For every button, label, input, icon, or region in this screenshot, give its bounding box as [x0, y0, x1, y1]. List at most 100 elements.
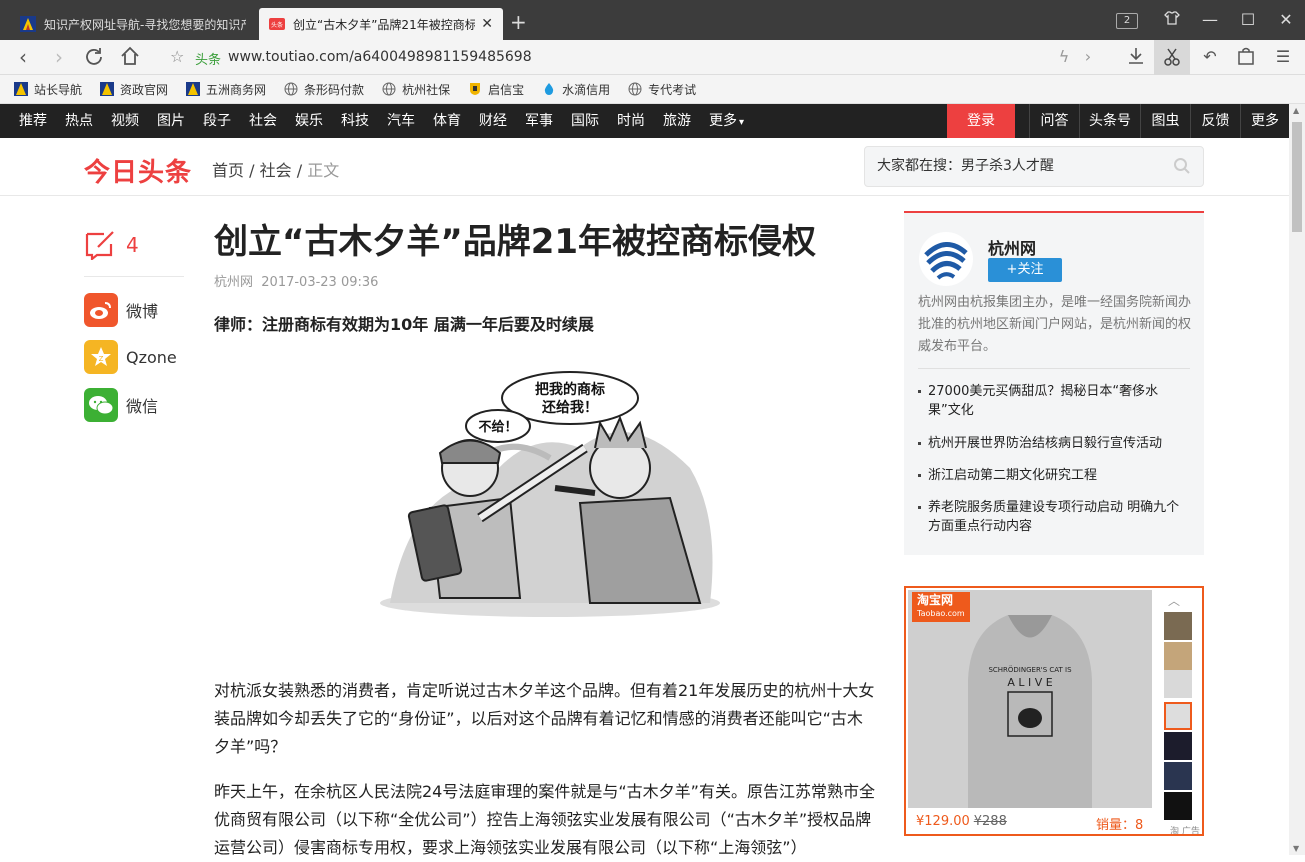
scroll-down-arrow-icon[interactable]: ▼: [1293, 844, 1299, 853]
forward-icon[interactable]: ›: [46, 46, 72, 68]
toutiao-favicon-icon: 头条: [269, 18, 285, 30]
nav-item[interactable]: 科技: [341, 104, 369, 138]
scrollbar-thumb[interactable]: [1292, 122, 1302, 232]
breadcrumb-home[interactable]: 首页: [212, 161, 244, 180]
bookmark-item[interactable]: 条形码付款: [284, 81, 364, 98]
bookmark-label: 水滴信用: [562, 82, 611, 97]
nav-item[interactable]: 汽车: [387, 104, 415, 138]
ad-thumbnail[interactable]: [1164, 762, 1192, 790]
bag-icon[interactable]: [1234, 47, 1258, 69]
share-wechat[interactable]: 微信: [84, 388, 158, 422]
url-input[interactable]: www.toutiao.com/a6400498981159485698: [228, 49, 532, 65]
bookmark-item[interactable]: 杭州社保: [382, 81, 450, 98]
back-icon[interactable]: ‹: [10, 46, 36, 68]
bookmark-star-icon[interactable]: ☆: [170, 47, 184, 66]
publisher-name[interactable]: 杭州网: [988, 235, 1036, 259]
download-icon[interactable]: [1124, 47, 1148, 69]
search-icon[interactable]: [1173, 157, 1191, 175]
comment-number: 4: [126, 233, 139, 257]
bookmark-item[interactable]: 五洲商务网: [186, 81, 266, 98]
nav-more-label: 更多: [709, 113, 737, 129]
search-input[interactable]: [877, 157, 1157, 173]
new-tab-icon[interactable]: +: [510, 12, 527, 32]
comment-count[interactable]: 4: [84, 230, 139, 260]
ad-thumbnail[interactable]: [1164, 642, 1192, 670]
related-article-link[interactable]: 养老院服务质量建设专项行动启动 明确九个方面重点行动内容: [918, 498, 1190, 536]
page-header: 今日头条 首页 / 社会 / 正文: [0, 138, 1289, 196]
nav-item[interactable]: 娱乐: [295, 104, 323, 138]
site-favicon-icon: [20, 16, 36, 32]
nav-item[interactable]: 军事: [525, 104, 553, 138]
bookmark-item[interactable]: 专代考试: [628, 81, 696, 98]
ad-thumbnail[interactable]: [1164, 670, 1192, 698]
nav-item[interactable]: 推荐: [19, 104, 47, 138]
login-button[interactable]: 登录: [947, 104, 1015, 138]
ad-product-image[interactable]: SCHRÖDINGER'S CAT IS A L I V E: [908, 590, 1152, 808]
article-subhead: 律师：注册商标有效期为10年 届满一年后要及时续展: [214, 315, 594, 334]
ad-thumbnail[interactable]: [1164, 702, 1192, 730]
home-icon[interactable]: [117, 46, 143, 70]
ad-banner[interactable]: SCHRÖDINGER'S CAT IS A L I V E 淘宝网 Taoba…: [904, 586, 1204, 836]
bookmark-item[interactable]: 启信宝: [468, 81, 524, 98]
ad-thumbnail[interactable]: [1164, 732, 1192, 760]
related-article-link[interactable]: 杭州开展世界防治结核病日毅行宣传活动: [918, 434, 1190, 453]
minimize-icon[interactable]: —: [1199, 10, 1221, 29]
nav-item[interactable]: 时尚: [617, 104, 645, 138]
related-article-link[interactable]: 27000美元买俩甜瓜？揭秘日本“奢侈水果”文化: [918, 382, 1190, 420]
undo-icon[interactable]: ↶: [1198, 47, 1222, 66]
nav-item[interactable]: 段子: [203, 104, 231, 138]
nav-right-item[interactable]: 更多: [1240, 104, 1289, 138]
lightning-icon[interactable]: ϟ: [1052, 47, 1076, 66]
menu-icon[interactable]: ☰: [1271, 47, 1295, 66]
nav-item[interactable]: 国际: [571, 104, 599, 138]
nav-item[interactable]: 图片: [157, 104, 185, 138]
expand-arrow-icon[interactable]: ›: [1076, 47, 1100, 66]
article-source[interactable]: 杭州网: [214, 275, 253, 290]
ad-brand-badge: 淘宝网 Taobao.com: [912, 592, 970, 622]
nav-right-item[interactable]: 问答: [1029, 104, 1079, 138]
related-article-link[interactable]: 浙江启动第二期文化研究工程: [918, 466, 1190, 485]
browser-tab-2[interactable]: 头条 创立“古木夕羊”品牌21年被控商标 ✕: [259, 8, 503, 40]
ad-label: 淘 广告: [1170, 827, 1200, 836]
ad-thumbnail[interactable]: [1164, 792, 1192, 820]
browser-tab-1[interactable]: 知识产权网址导航-寻找您想要的知识产: [10, 8, 256, 40]
share-qzone[interactable]: Z Qzone: [84, 340, 177, 374]
search-box: [864, 146, 1204, 187]
share-weibo[interactable]: 微博: [84, 293, 158, 327]
site-logo[interactable]: 今日头条: [84, 152, 192, 189]
nav-item[interactable]: 旅游: [663, 104, 691, 138]
follow-button[interactable]: +关注: [988, 258, 1062, 282]
nav-a-icon: [186, 82, 201, 96]
close-tab-icon[interactable]: ✕: [481, 16, 493, 32]
close-window-icon[interactable]: ✕: [1275, 10, 1297, 29]
ad-thumbnail-strip: ︿: [1154, 590, 1200, 834]
nav-item[interactable]: 社会: [249, 104, 277, 138]
nav-right-item[interactable]: 头条号: [1079, 104, 1140, 138]
nav-item[interactable]: 视频: [111, 104, 139, 138]
ad-brand-sub: Taobao.com: [917, 609, 965, 618]
ad-thumbnail[interactable]: [1164, 612, 1192, 640]
bookmark-item[interactable]: 站长导航: [14, 81, 82, 98]
nav-item-more[interactable]: 更多 ▾: [709, 104, 744, 138]
svg-text:Z: Z: [99, 355, 104, 363]
chevron-up-icon[interactable]: ︿: [1168, 592, 1180, 609]
breadcrumb-category[interactable]: 社会: [260, 161, 292, 180]
nav-item[interactable]: 热点: [65, 104, 93, 138]
bookmark-label: 启信宝: [488, 82, 525, 97]
window-count-badge[interactable]: 2: [1116, 13, 1138, 29]
nav-right-item[interactable]: 反馈: [1190, 104, 1240, 138]
scroll-up-arrow-icon[interactable]: ▲: [1293, 106, 1299, 115]
maximize-icon[interactable]: ☐: [1237, 10, 1259, 29]
nav-right-item[interactable]: 图虫: [1140, 104, 1190, 138]
nav-item[interactable]: 财经: [479, 104, 507, 138]
page-scrollbar[interactable]: ▲ ▼: [1289, 104, 1305, 855]
bookmark-item[interactable]: 水滴信用: [542, 81, 610, 98]
nav-a-icon: [100, 82, 115, 96]
reload-icon[interactable]: [81, 46, 107, 70]
breadcrumb-separator: /: [296, 161, 303, 180]
skin-icon[interactable]: [1161, 10, 1183, 30]
publisher-avatar[interactable]: [918, 231, 974, 287]
screenshot-button[interactable]: [1154, 40, 1190, 75]
bookmark-item[interactable]: 资政官网: [100, 81, 168, 98]
nav-item[interactable]: 体育: [433, 104, 461, 138]
